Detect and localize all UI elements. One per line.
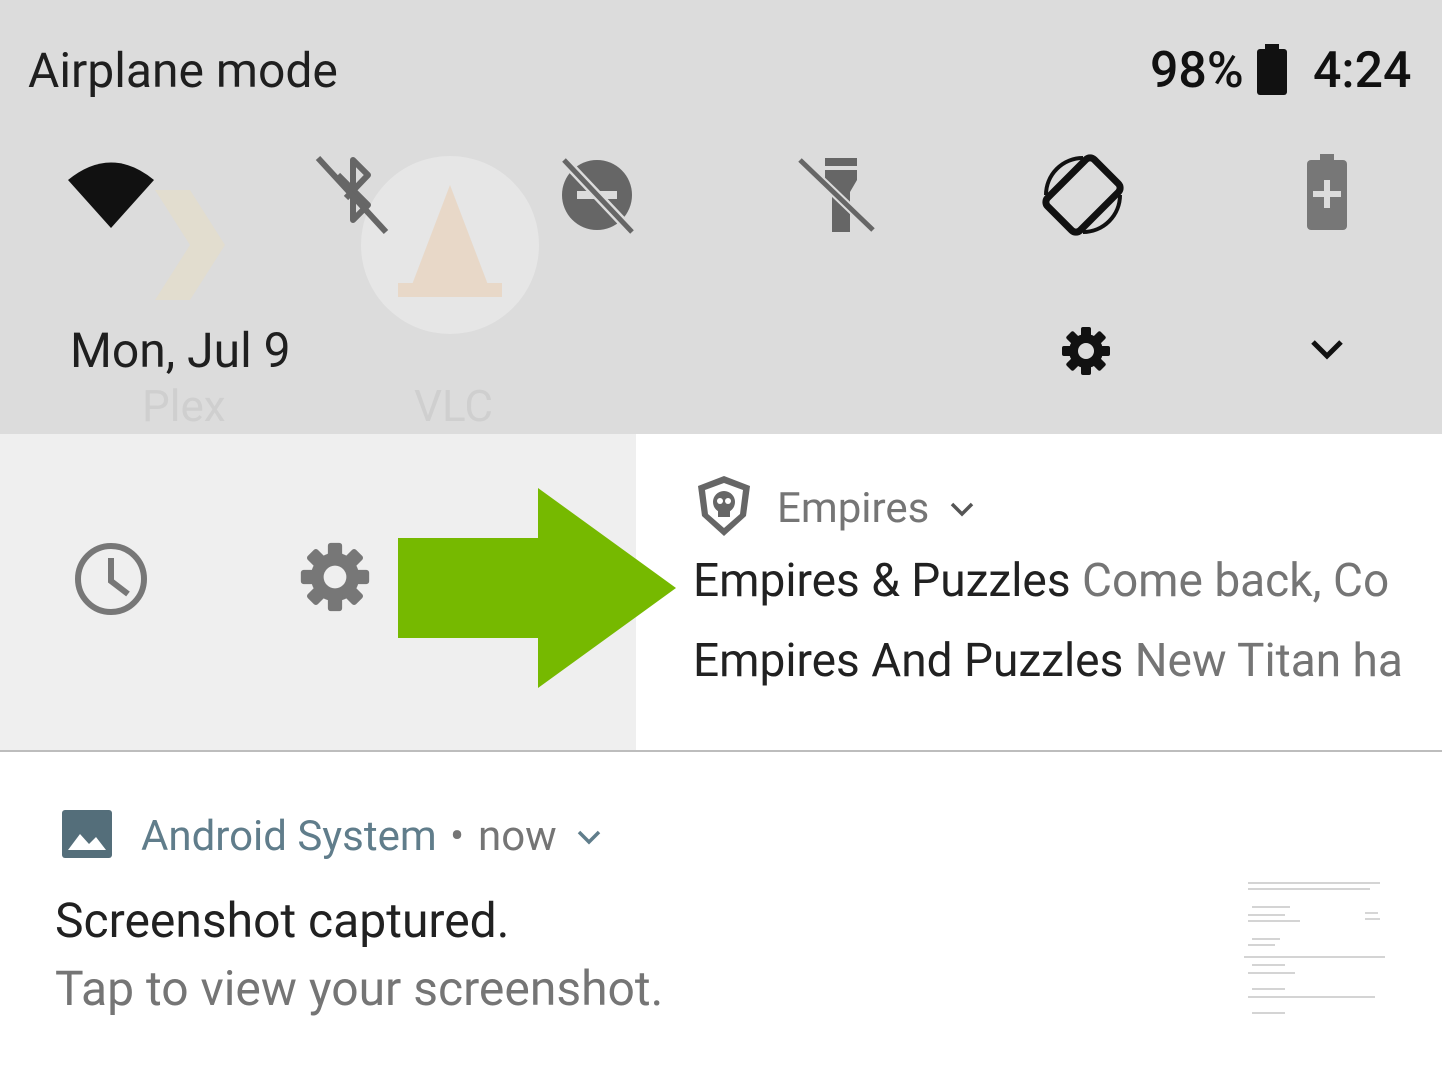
empires-line-1-title: Empires & Puzzles xyxy=(693,554,1071,608)
android-app-name: Android System xyxy=(141,812,437,861)
wifi-icon[interactable] xyxy=(66,150,156,240)
notification-title: Screenshot captured. xyxy=(55,892,510,949)
expand-chevron-icon[interactable] xyxy=(949,500,975,520)
screenshot-notification[interactable]: Android System • now Screenshot captured… xyxy=(0,752,1442,1071)
battery-icon xyxy=(1257,44,1287,95)
empires-notification-card[interactable]: Empires Empires & Puzzles Come back, Co … xyxy=(636,434,1442,750)
dnd-off-icon[interactable] xyxy=(552,150,642,240)
clock-icon[interactable] xyxy=(72,540,150,618)
plex-ghost-icon xyxy=(155,190,225,300)
gear-icon[interactable] xyxy=(298,540,372,614)
settings-gear-icon[interactable] xyxy=(1060,325,1112,377)
empires-line-2-title: Empires And Puzzles xyxy=(693,634,1124,688)
status-title: Airplane mode xyxy=(28,42,338,99)
empires-line-1: Empires & Puzzles Come back, Co xyxy=(693,554,1389,608)
expand-chevron-icon[interactable] xyxy=(576,828,602,848)
separator-dot: • xyxy=(450,812,465,861)
plex-ghost-label: Plex xyxy=(142,380,226,432)
empires-line-1-body: Come back, Co xyxy=(1082,554,1390,608)
empires-line-2-body: New Titan ha xyxy=(1134,634,1403,688)
image-icon xyxy=(62,810,112,858)
empires-line-2: Empires And Puzzles New Titan ha xyxy=(693,634,1403,688)
notification-time: now xyxy=(478,812,557,861)
date: Mon, Jul 9 xyxy=(70,322,291,379)
battery-saver-icon[interactable] xyxy=(1282,150,1372,240)
bluetooth-off-icon[interactable] xyxy=(308,150,398,240)
quick-settings-panel: Plex VLC Airplane mode 98% 4:24 Mon, Jul… xyxy=(0,0,1442,434)
rotate-icon[interactable] xyxy=(1038,150,1128,240)
chevron-down-icon[interactable] xyxy=(1303,330,1351,370)
flashlight-off-icon[interactable] xyxy=(795,150,885,240)
notification-body: Tap to view your screenshot. xyxy=(55,960,664,1017)
shield-skull-icon xyxy=(698,476,750,536)
vlc-ghost-label: VLC xyxy=(414,380,493,432)
empires-app-name: Empires xyxy=(777,484,930,533)
screenshot-thumbnail[interactable] xyxy=(1240,877,1390,1017)
green-arrow-icon xyxy=(398,488,676,688)
clock: 4:24 xyxy=(1313,42,1412,100)
battery-percent: 98% xyxy=(1150,42,1244,100)
